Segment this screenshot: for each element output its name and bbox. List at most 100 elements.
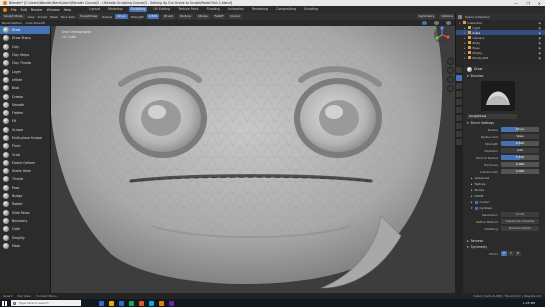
brush-item-elastic-deform[interactable]: Elastic Deform	[0, 159, 50, 167]
chevron-right-icon[interactable]: ▸	[464, 51, 466, 55]
eye-icon[interactable]: ◉	[538, 36, 541, 40]
eye-icon[interactable]: ◉	[538, 56, 541, 60]
tab-rendering[interactable]: Rendering	[250, 7, 270, 12]
eye-icon[interactable]: ◉	[538, 46, 541, 50]
menu-help[interactable]: Help	[64, 8, 72, 12]
brush-item-simplify[interactable]: Simplify	[0, 233, 50, 241]
header-brush-popover[interactable]: Brush	[162, 14, 175, 19]
chevron-right-icon[interactable]: ▸	[464, 56, 466, 60]
pan-hand-icon[interactable]	[447, 67, 454, 74]
tab-compositing[interactable]: Compositing	[274, 7, 298, 12]
brush-item-layer[interactable]: Layer	[0, 67, 50, 75]
camera-view-icon[interactable]	[447, 76, 454, 83]
brush-item-clay-thumb[interactable]: Clay Thumb	[0, 59, 50, 67]
tab-scripting[interactable]: Scripting	[302, 7, 320, 12]
header-cursor-popover[interactable]: Cursor	[228, 14, 243, 19]
eye-icon[interactable]: ◉	[538, 51, 541, 55]
brush-item-boundary[interactable]: Boundary	[0, 217, 50, 225]
resolution-field[interactable]: 12.00	[501, 212, 539, 217]
brush-item-cloth[interactable]: Cloth	[0, 225, 50, 233]
header-falloff-popover[interactable]: Falloff	[212, 14, 226, 19]
radius-field[interactable]: 40 px	[501, 127, 539, 132]
taskbar-app-icon[interactable]	[119, 300, 124, 306]
autosmooth-field[interactable]: 0.000	[501, 169, 539, 174]
brush-item-multi-plane-scrape[interactable]: Multi-plane Scrape	[0, 134, 50, 142]
menu-face-sets[interactable]: Face Sets	[61, 15, 75, 19]
menu-render[interactable]: Render	[31, 8, 43, 12]
shading-rendered-icon[interactable]	[446, 21, 451, 25]
brush-radius-toggle[interactable]: Brush Radius	[2, 21, 22, 25]
checkbox[interactable]	[474, 206, 478, 210]
tab-animation[interactable]: Animation	[226, 7, 246, 12]
navigation-gizmo[interactable]	[430, 26, 454, 56]
checkbox[interactable]	[474, 200, 478, 204]
normal-radius-field[interactable]: 0.500	[501, 155, 539, 160]
object-tab-icon[interactable]	[456, 123, 462, 129]
hardness-field[interactable]: 0.000	[501, 162, 539, 167]
chevron-right-icon[interactable]: ▸	[464, 36, 466, 40]
outliner-item-empty-001[interactable]: ▸ Empty.001 ◉	[456, 55, 545, 60]
brush-item-slide-relax[interactable]: Slide Relax	[0, 209, 50, 217]
brush-item-draw-sharp[interactable]: Draw Sharp	[0, 34, 50, 42]
shading-solid-icon[interactable]	[422, 21, 427, 25]
taskbar-app-icon[interactable]	[99, 300, 104, 306]
mode-select[interactable]: Sculpt Mode	[2, 14, 25, 19]
chevron-right-icon[interactable]: ▸	[464, 26, 466, 30]
strength-field[interactable]: 0.500	[501, 141, 539, 146]
symmetry-popover[interactable]: Symmetry	[416, 14, 437, 19]
brush-item-draw[interactable]: Draw	[0, 26, 50, 35]
taskbar-app-icon[interactable]	[129, 300, 134, 306]
menu-view[interactable]: View	[28, 15, 35, 19]
chevron-right-icon[interactable]: ▸	[464, 46, 466, 50]
mirror-y-toggle[interactable]: Y	[508, 251, 514, 256]
scene-tab-icon[interactable]	[456, 107, 462, 113]
menu-sculpt[interactable]: Sculpt	[38, 15, 47, 19]
menu-file[interactable]: File	[11, 8, 17, 12]
brush-item-flatten[interactable]: Flatten	[0, 109, 50, 117]
eye-icon[interactable]: ◉	[538, 26, 541, 30]
taskbar-search-input[interactable]: Type here to search	[11, 300, 81, 306]
outliner-editor-icon[interactable]	[458, 14, 462, 19]
brush-item-blob[interactable]: Blob	[0, 84, 50, 92]
options-popover[interactable]: Options	[439, 14, 455, 19]
brush-item-fill[interactable]: Fill	[0, 117, 50, 125]
tab-sculpting[interactable]: Sculpting	[128, 7, 148, 12]
menu-edit[interactable]: Edit	[21, 8, 27, 12]
chevron-right-icon[interactable]: ▸	[459, 21, 461, 25]
shading-material-icon[interactable]	[434, 21, 439, 25]
detailing-field[interactable]: Relative Detail	[501, 226, 539, 231]
windows-start-icon[interactable]	[2, 300, 7, 306]
zoom-icon[interactable]	[447, 58, 454, 65]
tab-shading[interactable]: Shading	[205, 7, 222, 12]
maximize-button[interactable]: ❐	[526, 1, 530, 6]
taskbar-app-icon[interactable]	[159, 300, 164, 306]
chevron-right-icon[interactable]: ▸	[464, 41, 466, 45]
world-tab-icon[interactable]	[456, 115, 462, 121]
blender-menu-icon[interactable]	[3, 7, 7, 12]
brush-datablock-field[interactable]: SculptDraw	[467, 114, 517, 119]
header-texture-popover[interactable]: Texture	[177, 14, 193, 19]
radius-field[interactable]: 40 px	[115, 14, 128, 19]
view-layer-tab-icon[interactable]	[456, 99, 462, 105]
radius-unit-field[interactable]: View	[501, 134, 539, 139]
mirror-z-toggle[interactable]: Z	[514, 251, 521, 256]
brush-preview-thumbnail[interactable]	[481, 81, 515, 111]
brush-item-thumb[interactable]: Thumb	[0, 175, 50, 183]
menu-mask[interactable]: Mask	[50, 15, 58, 19]
tab-texture-paint[interactable]: Texture Paint	[176, 7, 201, 12]
brush-item-pinch[interactable]: Pinch	[0, 142, 50, 150]
header-stroke-popover[interactable]: Stroke	[195, 14, 210, 19]
output-tab-icon[interactable]	[456, 91, 462, 97]
menu-window[interactable]: Window	[47, 8, 60, 12]
brush-item-pose[interactable]: Pose	[0, 184, 50, 192]
brush-item-grab[interactable]: Grab	[0, 150, 50, 158]
auto-smooth-toggle[interactable]: Auto Smooth	[26, 21, 46, 25]
minimize-button[interactable]: —	[514, 1, 518, 6]
brush-item-nudge[interactable]: Nudge	[0, 192, 50, 200]
taskbar-app-icon[interactable]	[139, 300, 144, 306]
tab-uv-editing[interactable]: UV Editing	[151, 7, 172, 12]
3d-viewport[interactable]	[51, 26, 455, 293]
taskbar-app-icon[interactable]	[109, 300, 114, 306]
brush-item-clay[interactable]: Clay	[0, 43, 50, 51]
brush-item-crease[interactable]: Crease	[0, 92, 50, 100]
